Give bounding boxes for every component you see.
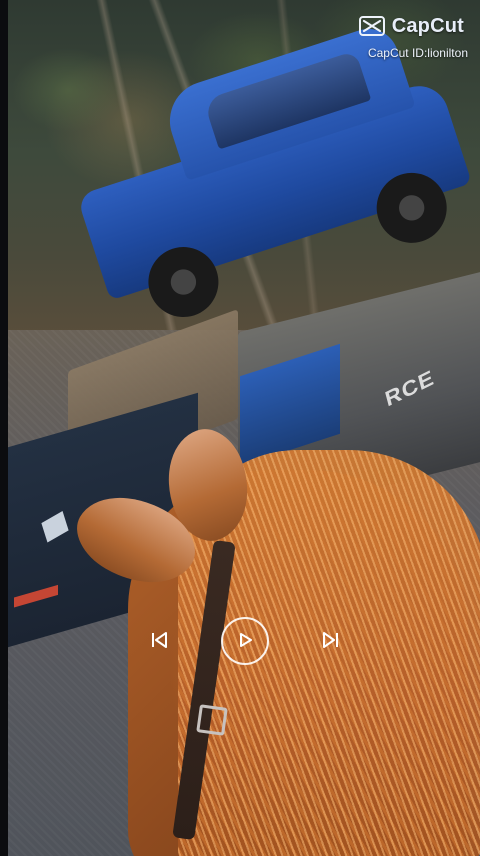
playback-controls xyxy=(150,614,340,668)
bridle-buckle xyxy=(196,704,228,736)
brand-name: CapCut xyxy=(391,14,464,37)
video-frame: RCE xyxy=(8,0,480,856)
next-button[interactable] xyxy=(322,631,340,652)
capcut-watermark: CapCut xyxy=(358,14,464,38)
trailer-logo: RCE xyxy=(382,364,437,412)
trailer-reflector xyxy=(14,584,58,608)
play-button[interactable] xyxy=(221,617,269,665)
left-border xyxy=(0,0,8,856)
skip-next-icon xyxy=(322,631,340,652)
capcut-logo-icon xyxy=(358,14,386,38)
skip-previous-icon xyxy=(150,631,168,652)
creator-id: CapCut ID:lionilton xyxy=(367,46,468,60)
play-icon xyxy=(236,631,254,652)
previous-button[interactable] xyxy=(150,631,168,652)
trailer-badge xyxy=(41,510,69,543)
